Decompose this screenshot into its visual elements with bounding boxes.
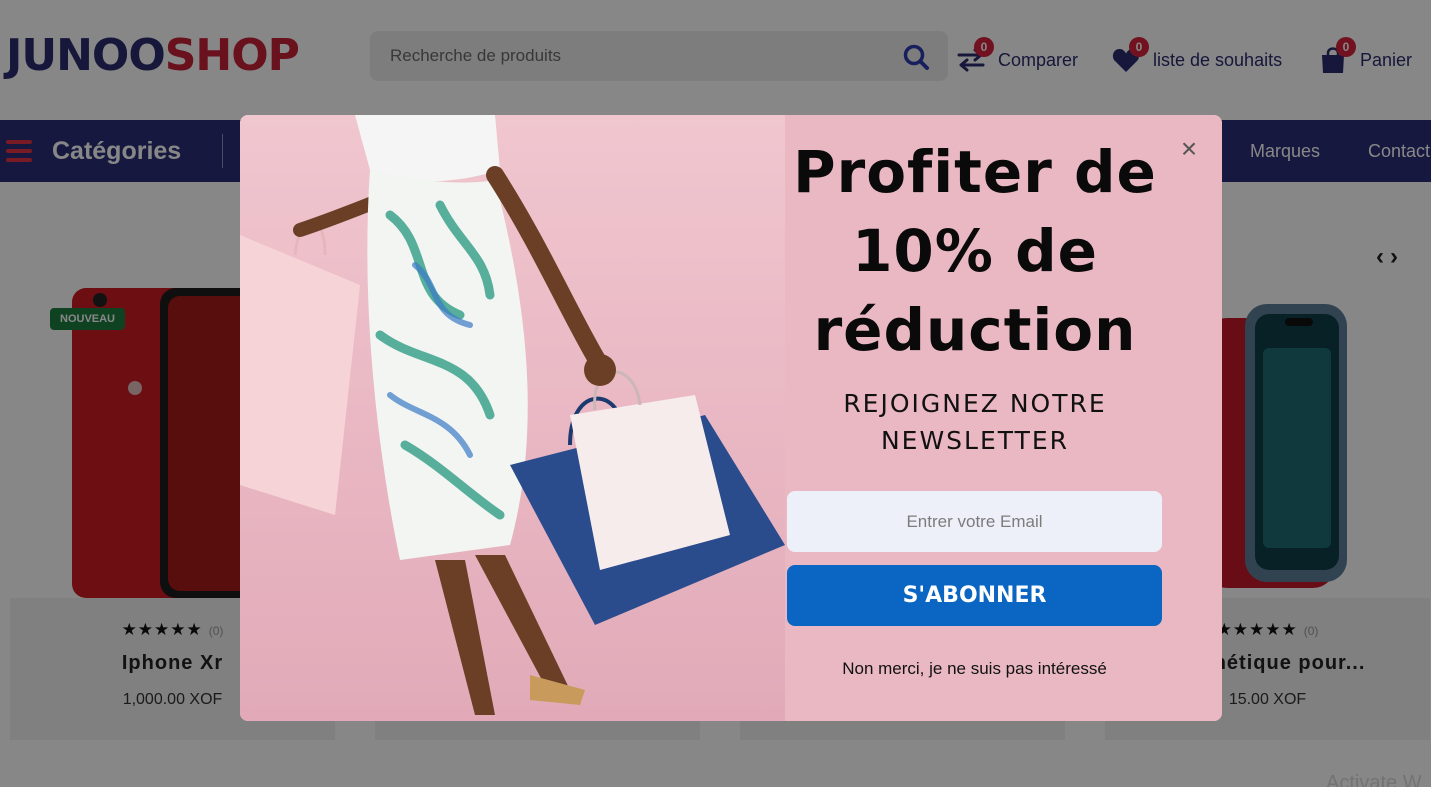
headline-line-2: 10% de (852, 217, 1098, 285)
email-field[interactable] (787, 491, 1162, 552)
headline-line-1: Profiter de (793, 138, 1157, 206)
headline-line-3: réduction (813, 296, 1137, 364)
subscribe-button[interactable]: S'ABONNER (787, 565, 1162, 626)
subtitle-line-1: REJOIGNEZ NOTRE (843, 389, 1107, 418)
popup-subtitle: REJOIGNEZ NOTRE NEWSLETTER (780, 385, 1170, 459)
decline-link[interactable]: Non merci, je ne suis pas intéressé (787, 659, 1162, 679)
promo-photo (240, 115, 785, 721)
newsletter-popup: × Profiter de 10% de réduction REJOIGNEZ… (240, 115, 1222, 721)
close-icon[interactable]: × (1175, 135, 1203, 163)
popup-headline: Profiter de 10% de réduction (780, 133, 1170, 370)
subtitle-line-2: NEWSLETTER (880, 426, 1070, 455)
